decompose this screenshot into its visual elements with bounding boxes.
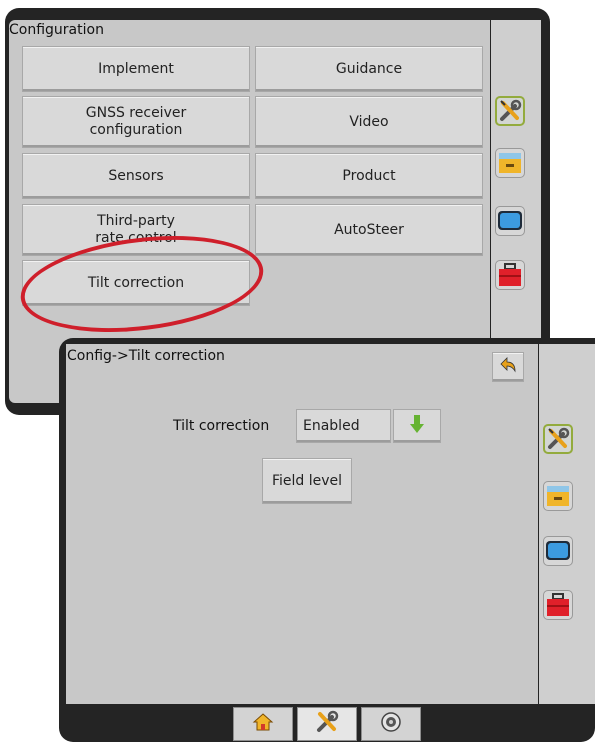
implement-button[interactable]: Implement bbox=[22, 46, 250, 92]
gnss-label-line2: configuration bbox=[89, 122, 183, 138]
sensors-label: Sensors bbox=[108, 167, 164, 184]
config-sidebar-wrench-button[interactable] bbox=[495, 96, 525, 126]
product-label: Product bbox=[342, 167, 396, 184]
video-button[interactable]: Video bbox=[255, 96, 483, 148]
config-sidebar-files-button[interactable] bbox=[495, 148, 525, 178]
guidance-label: Guidance bbox=[335, 60, 403, 77]
guidance-button[interactable]: Guidance bbox=[255, 46, 483, 92]
tilt-sidebar-files-button[interactable] bbox=[543, 481, 573, 511]
tilt-screen-title: Config->Tilt correction bbox=[67, 348, 225, 364]
back-button[interactable] bbox=[492, 352, 524, 382]
tilt-sidebar bbox=[539, 344, 595, 704]
tilt-correction-screen: Config->Tilt correction Tilt correction … bbox=[59, 338, 595, 742]
tilt-sidebar-toolbox-button[interactable] bbox=[543, 590, 573, 620]
config-sidebar-toolbox-button[interactable] bbox=[495, 260, 525, 290]
tilt-correction-value[interactable]: Enabled bbox=[296, 409, 391, 443]
implement-label: Implement bbox=[98, 60, 174, 77]
configuration-tab[interactable] bbox=[297, 707, 357, 741]
camera-tab[interactable] bbox=[361, 707, 421, 741]
product-button[interactable]: Product bbox=[255, 153, 483, 199]
tilt-sidebar-screen-button[interactable] bbox=[543, 536, 573, 566]
config-sidebar-screen-button[interactable] bbox=[495, 206, 525, 236]
screen-icon bbox=[496, 207, 524, 235]
wrench-screwdriver-icon bbox=[314, 709, 340, 739]
file-drawer-icon bbox=[496, 149, 524, 177]
gnss-label-line1: GNSS receiver bbox=[85, 105, 187, 121]
down-arrow-icon bbox=[408, 413, 426, 439]
home-icon bbox=[252, 711, 274, 737]
autosteer-label: AutoSteer bbox=[334, 221, 404, 238]
tilt-correction-value-text: Enabled bbox=[303, 418, 360, 434]
toolbox-icon bbox=[496, 261, 524, 289]
camera-icon bbox=[379, 710, 403, 738]
gnss-receiver-configuration-button[interactable]: GNSS receiver configuration bbox=[22, 96, 250, 148]
tilt-correction-field-label: Tilt correction bbox=[173, 418, 270, 434]
back-arrow-icon bbox=[497, 354, 519, 381]
file-drawer-icon bbox=[544, 482, 572, 510]
toolbox-icon bbox=[544, 591, 572, 619]
home-tab[interactable] bbox=[233, 707, 293, 741]
configuration-sidebar bbox=[491, 20, 541, 340]
screen-icon bbox=[544, 537, 572, 565]
field-level-label: Field level bbox=[271, 472, 343, 489]
wrench-screwdriver-icon bbox=[497, 98, 523, 124]
field-level-button[interactable]: Field level bbox=[262, 458, 352, 504]
configuration-title: Configuration bbox=[9, 22, 104, 38]
tilt-sidebar-wrench-button[interactable] bbox=[543, 424, 573, 454]
sensors-button[interactable]: Sensors bbox=[22, 153, 250, 199]
wrench-screwdriver-icon bbox=[545, 426, 571, 452]
tilt-content bbox=[66, 344, 538, 704]
third-party-label-line1: Third-party bbox=[97, 213, 175, 229]
tilt-correction-dropdown-button[interactable] bbox=[393, 409, 441, 443]
video-label: Video bbox=[349, 113, 389, 130]
autosteer-button[interactable]: AutoSteer bbox=[255, 204, 483, 256]
